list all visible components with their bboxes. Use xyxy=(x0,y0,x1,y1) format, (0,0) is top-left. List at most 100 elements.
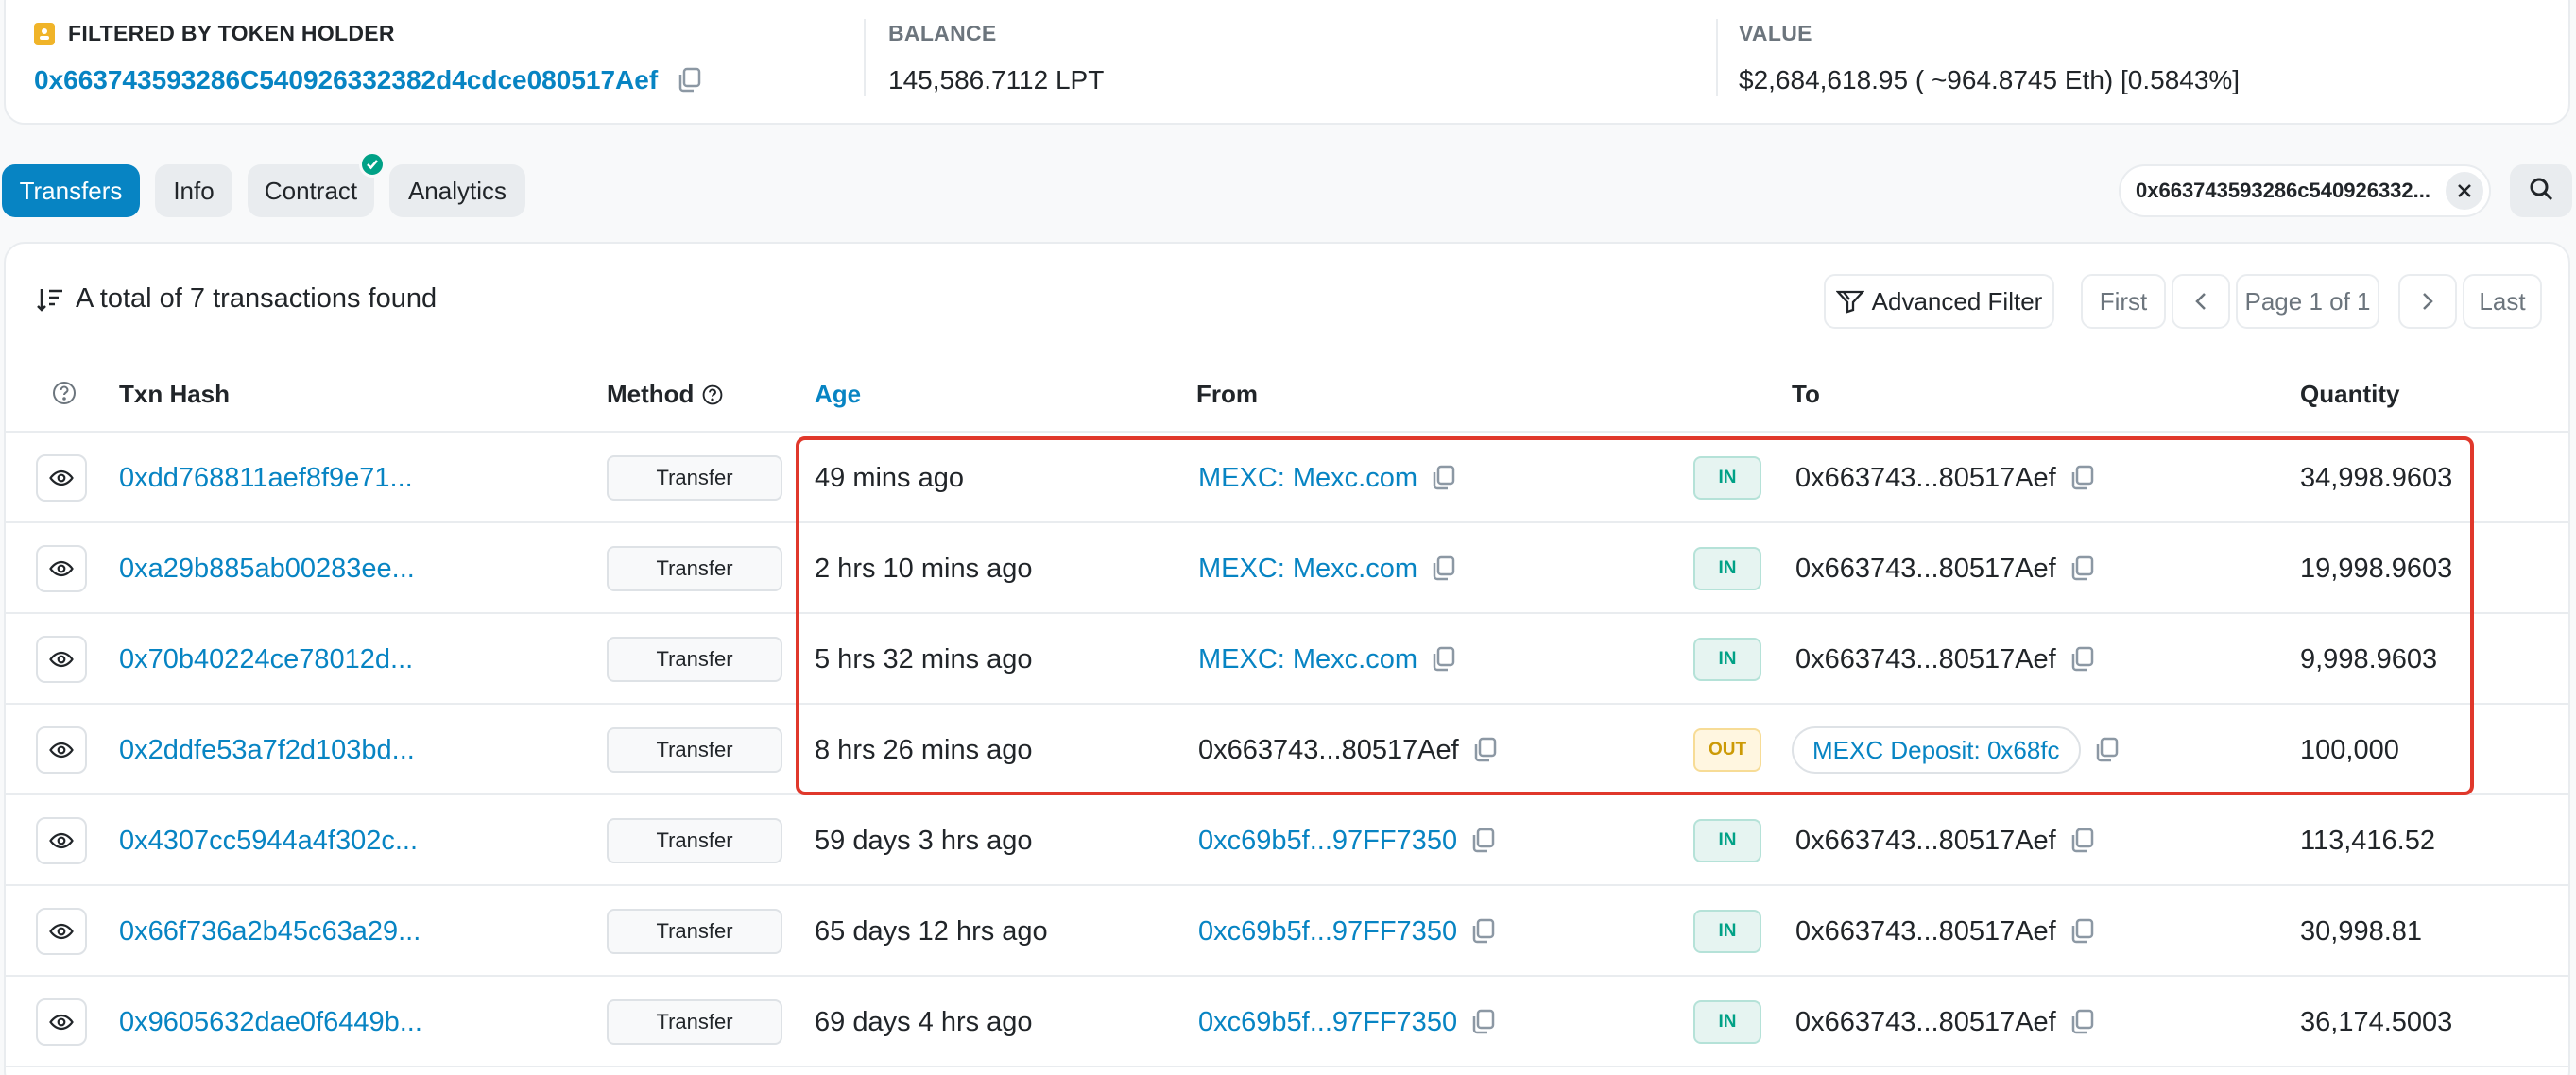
direction-badge: IN xyxy=(1693,819,1761,862)
eye-icon[interactable] xyxy=(36,726,87,774)
copy-icon[interactable] xyxy=(2069,1009,2094,1035)
tab-contract[interactable]: Contract xyxy=(248,151,386,217)
table-row: 0x66f736a2b45c63a29... Transfer 65 days 12… xyxy=(6,886,2568,977)
address-filter-chip[interactable]: 0x663743593286c540926332... xyxy=(2119,164,2491,217)
divider xyxy=(1716,19,1718,96)
method-badge: Transfer xyxy=(607,455,782,501)
copy-icon[interactable] xyxy=(1470,828,1495,854)
search-button[interactable] xyxy=(2510,164,2572,217)
txn-hash-link[interactable]: 0x2ddfe53a7f2d103bd... xyxy=(119,705,415,795)
balance-value: 145,586.7112 LPT xyxy=(888,65,1105,94)
to-address: 0x663743...80517Aef xyxy=(1795,462,2056,493)
txn-hash-link[interactable]: 0x70b40224ce78012d... xyxy=(119,614,413,705)
advanced-filter-button[interactable]: Advanced Filter xyxy=(1824,274,2054,329)
eye-icon[interactable] xyxy=(36,454,87,502)
help-icon[interactable] xyxy=(51,380,77,406)
copy-icon[interactable] xyxy=(2069,555,2094,582)
token-holder-summary: FILTERED BY TOKEN HOLDER 0x663743593286C… xyxy=(4,0,2570,125)
value-value: $2,684,618.95 ( ~964.8745 Eth) [0.5843%] xyxy=(1739,65,2241,94)
method-badge: Transfer xyxy=(607,637,782,682)
from-address[interactable]: MEXC: Mexc.com xyxy=(1198,463,1417,494)
quantity-value: 19,998.9603 xyxy=(2300,553,2453,584)
next-page-button[interactable] xyxy=(2398,274,2457,329)
txn-hash-link[interactable]: 0x66f736a2b45c63a29... xyxy=(119,886,421,977)
copy-icon[interactable] xyxy=(2069,828,2094,854)
transfers-panel: A total of 7 transactions found Advanced… xyxy=(4,242,2570,1075)
copy-icon[interactable] xyxy=(1472,737,1497,763)
sort-icon[interactable] xyxy=(36,286,64,313)
copy-icon[interactable] xyxy=(1470,918,1495,945)
txn-hash-link[interactable]: 0xa29b885ab00283ee... xyxy=(119,523,415,614)
eye-icon[interactable] xyxy=(36,545,87,592)
eye-icon[interactable] xyxy=(36,998,87,1046)
to-address: 0x663743...80517Aef xyxy=(1795,915,2056,947)
table-row: 0x9605632dae0f6449b... Transfer 69 days 4 … xyxy=(6,977,2568,1067)
chevron-right-icon xyxy=(2421,291,2434,312)
direction-badge: IN xyxy=(1693,910,1761,953)
chevron-left-icon xyxy=(2194,291,2207,312)
col-from: From xyxy=(1196,380,1258,408)
holder-label: FILTERED BY TOKEN HOLDER xyxy=(68,21,395,45)
table-row: 0x2ddfe53a7f2d103bd... Transfer 8 hrs 26 m… xyxy=(6,705,2568,795)
copy-icon[interactable] xyxy=(2094,737,2119,763)
col-method: Method xyxy=(607,380,724,409)
copy-icon[interactable] xyxy=(2069,465,2094,491)
method-badge: Transfer xyxy=(607,818,782,863)
address-filter-value: 0x663743593286c540926332... xyxy=(2136,179,2430,202)
divider xyxy=(864,19,866,96)
copy-icon[interactable] xyxy=(677,67,701,94)
value-label: VALUE xyxy=(1739,21,1812,45)
close-icon[interactable] xyxy=(2446,172,2483,210)
from-address[interactable]: 0xc69b5f...97FF7350 xyxy=(1198,916,1457,947)
tab-info[interactable]: Info xyxy=(155,164,232,217)
age-text: 49 mins ago xyxy=(815,462,964,493)
holder-address-link[interactable]: 0x663743593286C540926332382d4cdce080517A… xyxy=(34,65,658,95)
quantity-value: 9,998.9603 xyxy=(2300,643,2438,674)
copy-icon[interactable] xyxy=(2069,646,2094,673)
to-address: 0x663743...80517Aef xyxy=(1795,553,2056,584)
from-address[interactable]: 0xc69b5f...97FF7350 xyxy=(1198,1007,1457,1038)
total-text: A total of 7 transactions found xyxy=(76,283,438,314)
prev-page-button[interactable] xyxy=(2172,274,2230,329)
help-icon[interactable] xyxy=(701,384,724,406)
table-row: 0xa29b885ab00283ee... Transfer 2 hrs 10 mi… xyxy=(6,523,2568,614)
method-badge: Transfer xyxy=(607,727,782,773)
method-badge: Transfer xyxy=(607,999,782,1045)
copy-icon[interactable] xyxy=(1431,555,1455,582)
col-quantity: Quantity xyxy=(2300,380,2400,408)
txn-hash-link[interactable]: 0xdd768811aef8f9e71... xyxy=(119,433,413,523)
from-address[interactable]: 0xc69b5f...97FF7350 xyxy=(1198,826,1457,857)
quantity-value: 113,416.52 xyxy=(2300,825,2435,856)
balance-label: BALANCE xyxy=(888,21,997,45)
txn-hash-link[interactable]: 0x4307cc5944a4f302c... xyxy=(119,795,418,886)
copy-icon[interactable] xyxy=(1470,1009,1495,1035)
tab-transfers[interactable]: Transfers xyxy=(2,164,140,217)
from-address[interactable]: MEXC: Mexc.com xyxy=(1198,554,1417,585)
age-text: 2 hrs 10 mins ago xyxy=(815,553,1033,584)
from-address[interactable]: MEXC: Mexc.com xyxy=(1198,644,1417,675)
direction-badge: OUT xyxy=(1693,728,1761,772)
holder-section: FILTERED BY TOKEN HOLDER 0x663743593286C… xyxy=(34,21,701,95)
tab-analytics[interactable]: Analytics xyxy=(389,164,525,217)
col-to: To xyxy=(1792,380,1820,408)
age-text: 65 days 12 hrs ago xyxy=(815,915,1048,947)
table-row: 0x70b40224ce78012d... Transfer 5 hrs 32 mi… xyxy=(6,614,2568,705)
eye-icon[interactable] xyxy=(36,636,87,683)
col-method-label: Method xyxy=(607,380,695,408)
age-text: 8 hrs 26 mins ago xyxy=(815,734,1033,765)
copy-icon[interactable] xyxy=(1431,646,1455,673)
last-page-button[interactable]: Last xyxy=(2463,274,2542,329)
to-address-link[interactable]: MEXC Deposit: 0x68fc xyxy=(1792,726,2081,774)
col-age[interactable]: Age xyxy=(815,380,861,409)
filter-icon xyxy=(1835,289,1864,314)
copy-icon[interactable] xyxy=(2069,918,2094,945)
from-address: 0x663743...80517Aef xyxy=(1198,734,1459,765)
copy-icon[interactable] xyxy=(1431,465,1455,491)
to-address: 0x663743...80517Aef xyxy=(1795,825,2056,856)
first-page-button[interactable]: First xyxy=(2081,274,2166,329)
txn-hash-link[interactable]: 0x9605632dae0f6449b... xyxy=(119,977,422,1067)
age-text: 59 days 3 hrs ago xyxy=(815,825,1033,856)
eye-icon[interactable] xyxy=(36,908,87,955)
eye-icon[interactable] xyxy=(36,817,87,864)
table-row: 0xdd768811aef8f9e71... Transfer 49 mins ag… xyxy=(6,433,2568,523)
